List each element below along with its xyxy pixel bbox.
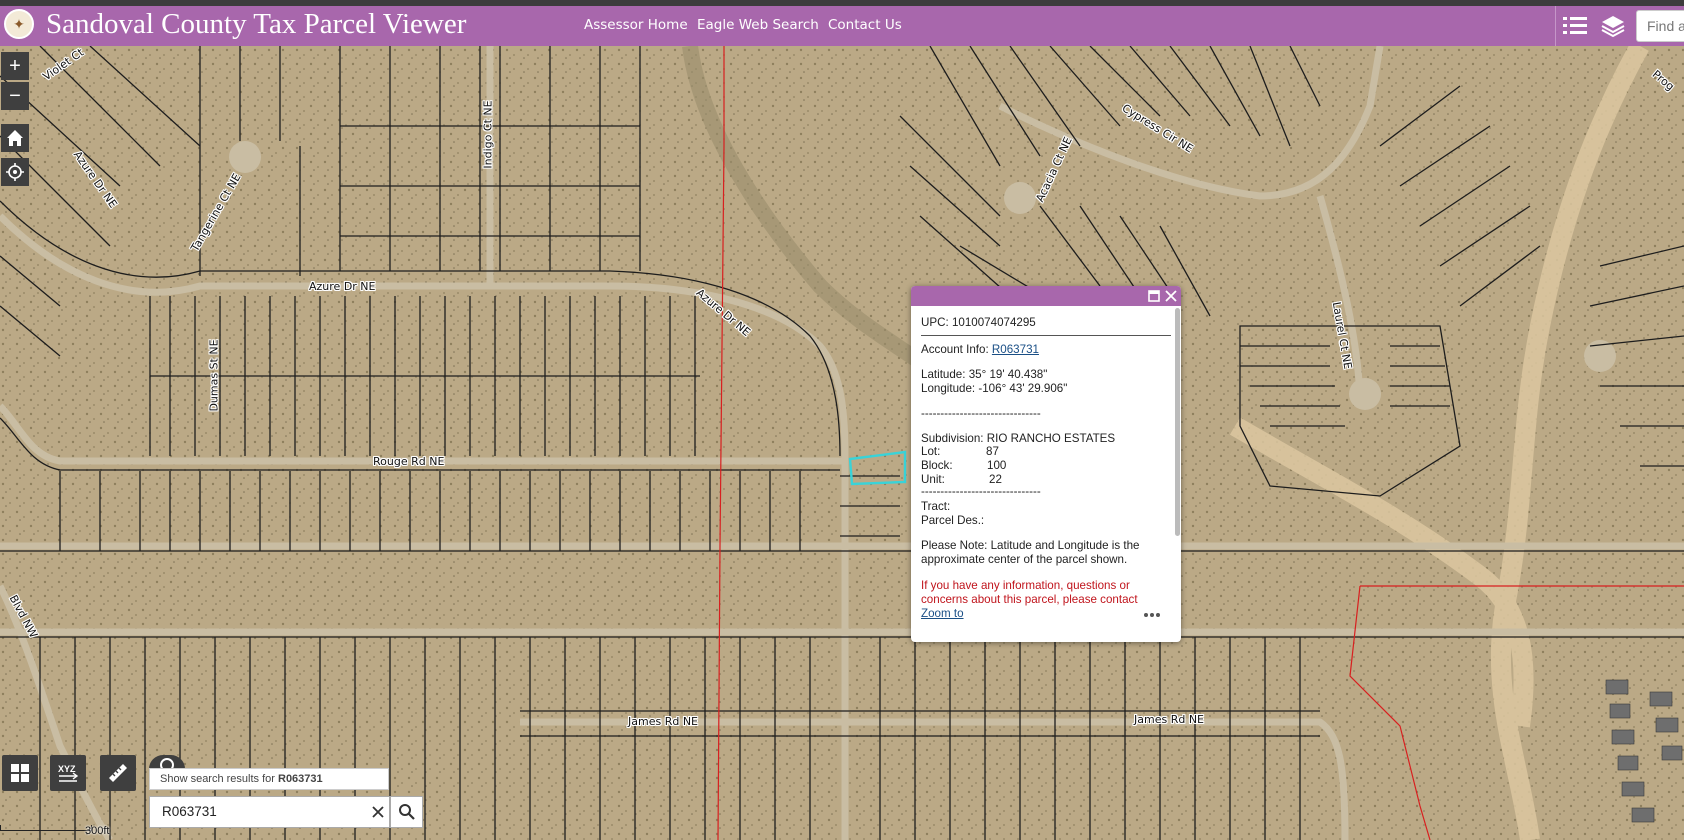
scale-bar [0, 825, 92, 831]
layers-icon [1601, 16, 1625, 38]
suggestion-term: R063731 [278, 773, 323, 785]
coordinate-xyz-icon: XYZ [58, 764, 79, 782]
tract-text: Tract: [921, 500, 951, 513]
alert-line-2: concerns about this parcel, please conta… [921, 593, 1138, 606]
home-button[interactable] [1, 124, 29, 152]
parcel-popup: UPC: 1010074074295 Account Info: R063731… [911, 286, 1181, 642]
road-label-azure-dr-2: Azure Dr NE [309, 280, 376, 293]
block-label: Block: [921, 459, 953, 472]
zoom-out-button[interactable]: − [1, 82, 29, 110]
account-row: Account Info: R063731 [921, 343, 1039, 357]
locate-button[interactable] [1, 158, 29, 186]
search-icon [160, 758, 174, 768]
lot-label: Lot: [921, 445, 941, 458]
measure-ruler-icon [109, 764, 127, 782]
popup-divider-line [921, 335, 1171, 336]
upc-label: UPC: [921, 316, 949, 329]
nav-contact-us[interactable]: Contact Us [828, 17, 902, 33]
header-divider [1555, 6, 1556, 46]
lot-value: 87 [986, 445, 999, 458]
popup-content: UPC: 1010074074295 Account Info: R063731… [911, 306, 1181, 642]
more-actions-icon[interactable] [1143, 612, 1161, 618]
maximize-icon[interactable] [1148, 290, 1160, 302]
road-label-dumas-st: Dumas St NE [207, 339, 221, 412]
divider-text-2: ------------------------------- [921, 485, 1041, 498]
locate-icon [6, 163, 24, 181]
nav-assessor-home[interactable]: Assessor Home [584, 17, 688, 33]
subdivision-text: Subdivision: RIO RANCHO ESTATES [921, 432, 1116, 445]
layers-button[interactable] [1597, 10, 1629, 42]
block-value: 100 [987, 459, 1007, 472]
search-icon [398, 804, 415, 820]
close-icon [372, 806, 384, 818]
county-seal-logo: ✦ [4, 9, 34, 39]
zoom-to-link[interactable]: Zoom to [921, 607, 968, 622]
block-row: Block: 100 [921, 459, 1006, 473]
aerial-map-canvas [0, 46, 1684, 840]
popup-scrollbar[interactable] [1175, 308, 1180, 536]
upc-value: 1010074074295 [951, 316, 1036, 329]
list-icon [1563, 17, 1587, 34]
search-clear-button[interactable] [366, 796, 390, 828]
parcel-des-text: Parcel Des.: [921, 514, 985, 527]
search-suggestion[interactable]: Show search results for R063731 [149, 768, 389, 790]
measure-button[interactable] [100, 755, 136, 791]
widget-grid-button[interactable] [2, 755, 38, 791]
app-title: Sandoval County Tax Parcel Viewer [46, 8, 467, 40]
alert-line-1: If you have any information, questions o… [921, 579, 1130, 592]
legend-list-button[interactable] [1559, 10, 1591, 42]
search-input[interactable]: R063731 [149, 796, 390, 828]
search-submit-button[interactable] [390, 796, 423, 828]
scale-label: 300ft [85, 825, 110, 837]
note-line-2: approximate center of the parcel shown. [921, 553, 1128, 566]
find-address-input[interactable]: Find a [1636, 10, 1684, 42]
home-icon [7, 130, 23, 146]
account-label: Account Info: [921, 343, 989, 356]
search-widget-button[interactable] [149, 755, 185, 769]
widget-grid-icon [11, 764, 29, 782]
upc-row: UPC: 1010074074295 [921, 316, 1036, 330]
note-line-1: Please Note: Latitude and Longitude is t… [921, 539, 1140, 552]
road-label-rouge-rd: Rouge Rd NE [373, 455, 445, 468]
divider-text-1: ------------------------------- [921, 407, 1041, 420]
latitude-text: Latitude: 35° 19' 40.438" [921, 368, 1048, 381]
popup-header [911, 286, 1181, 306]
road-label-indigo-ct: Indigo Ct NE [481, 100, 495, 169]
road-label-james-rd: James Rd NE [628, 715, 698, 728]
map-view[interactable]: Violet Ct Azure Dr NE Tangerine Ct NE In… [0, 46, 1684, 840]
nav-eagle-web-search[interactable]: Eagle Web Search [697, 17, 819, 33]
app-header: ✦ Sandoval County Tax Parcel Viewer Asse… [0, 6, 1684, 46]
road-label-james-rd-2: James Rd NE [1134, 713, 1204, 726]
lot-row: Lot: 87 [921, 445, 999, 459]
close-icon[interactable] [1165, 290, 1177, 302]
svg-text:XYZ: XYZ [58, 764, 76, 774]
suggestion-prefix: Show search results for [160, 773, 278, 785]
zoom-in-button[interactable]: + [1, 52, 29, 80]
account-link[interactable]: R063731 [992, 343, 1039, 356]
longitude-text: Longitude: -106° 43' 29.906" [921, 382, 1068, 395]
coordinate-button[interactable]: XYZ [50, 755, 86, 791]
